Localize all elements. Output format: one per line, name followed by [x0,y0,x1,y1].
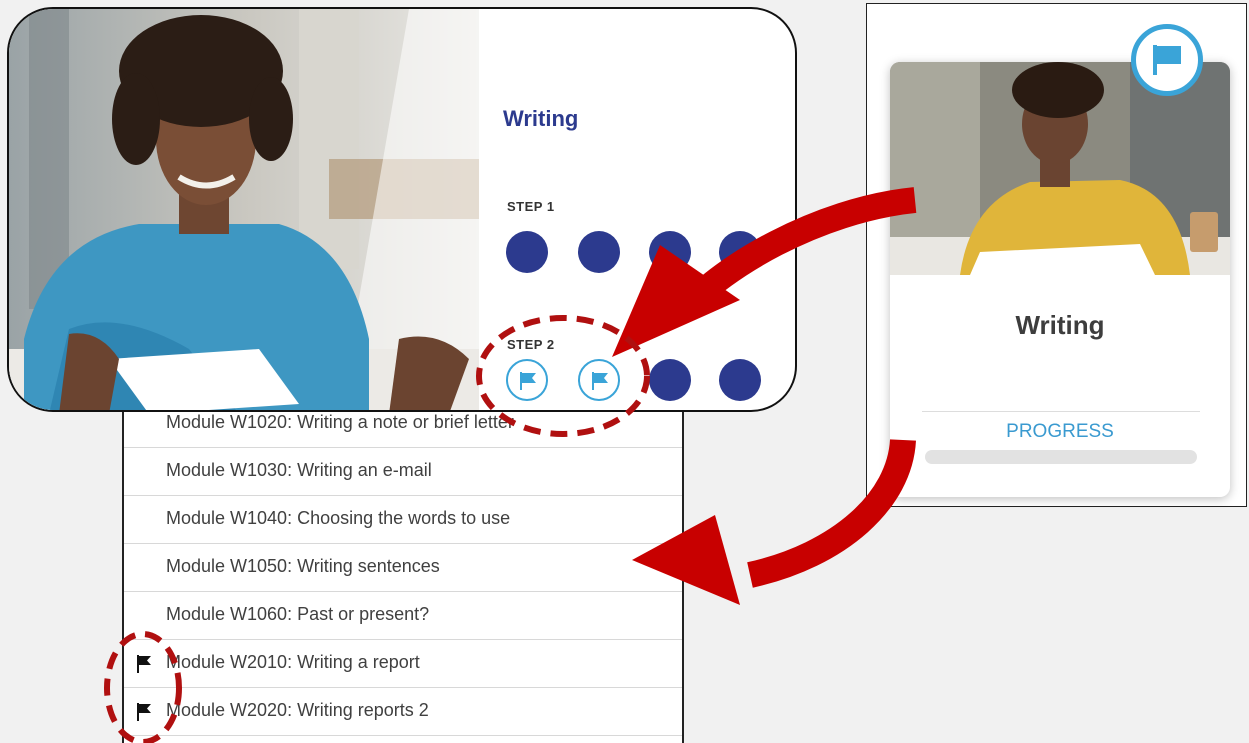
module-row-w1040[interactable]: Module W1040: Choosing the words to use [124,496,682,544]
module-row-w1050[interactable]: Module W1050: Writing sentences [124,544,682,592]
module-label: Module W1020: Writing a note or brief le… [166,412,514,432]
step-1-dot[interactable] [506,231,548,273]
module-row-w1060[interactable]: Module W1060: Past or present? [124,592,682,640]
module-label: Module W1030: Writing an e-mail [166,460,432,480]
writing-step-panel: Writing STEP 1 STEP 2 [7,7,797,412]
flag-badge-icon [1131,24,1203,96]
step-2-dot[interactable] [649,359,691,401]
flag-icon [520,372,536,390]
progress-bar [925,450,1197,464]
step-1-dot[interactable] [649,231,691,273]
flag-icon [1153,45,1181,75]
step-1-label: STEP 1 [507,199,555,214]
card-title: Writing [1015,310,1105,340]
step-2-label: STEP 2 [507,337,555,352]
writing-course-card[interactable]: Writing PROGRESS [890,62,1230,497]
flag-icon [137,703,151,721]
student-photo [9,9,479,410]
panel-title: Writing [503,106,579,131]
flag-icon [137,655,151,673]
flag-icon [592,372,608,390]
module-row-w2010[interactable]: Module W2010: Writing a report [124,640,682,688]
module-label: Module W1060: Past or present? [166,604,430,624]
step-2-dot-flagged[interactable] [578,359,620,401]
module-label: Module W1050: Writing sentences [166,556,440,576]
module-row-w2020[interactable]: Module W2020: Writing reports 2 [124,688,682,736]
card-divider [922,411,1200,412]
module-label: Module W1040: Choosing the words to use [166,508,511,528]
module-label: Module W2010: Writing a report [166,652,420,672]
module-list: Module W1020: Writing a note or brief le… [122,400,684,743]
step-2-dot-flagged[interactable] [506,359,548,401]
step-2-dot[interactable] [719,359,761,401]
step-1-dot[interactable] [719,231,761,273]
module-label: Module W2020: Writing reports 2 [166,700,429,720]
module-row-w1030[interactable]: Module W1030: Writing an e-mail [124,448,682,496]
step-1-dot[interactable] [578,231,620,273]
progress-label: PROGRESS [1006,421,1114,442]
